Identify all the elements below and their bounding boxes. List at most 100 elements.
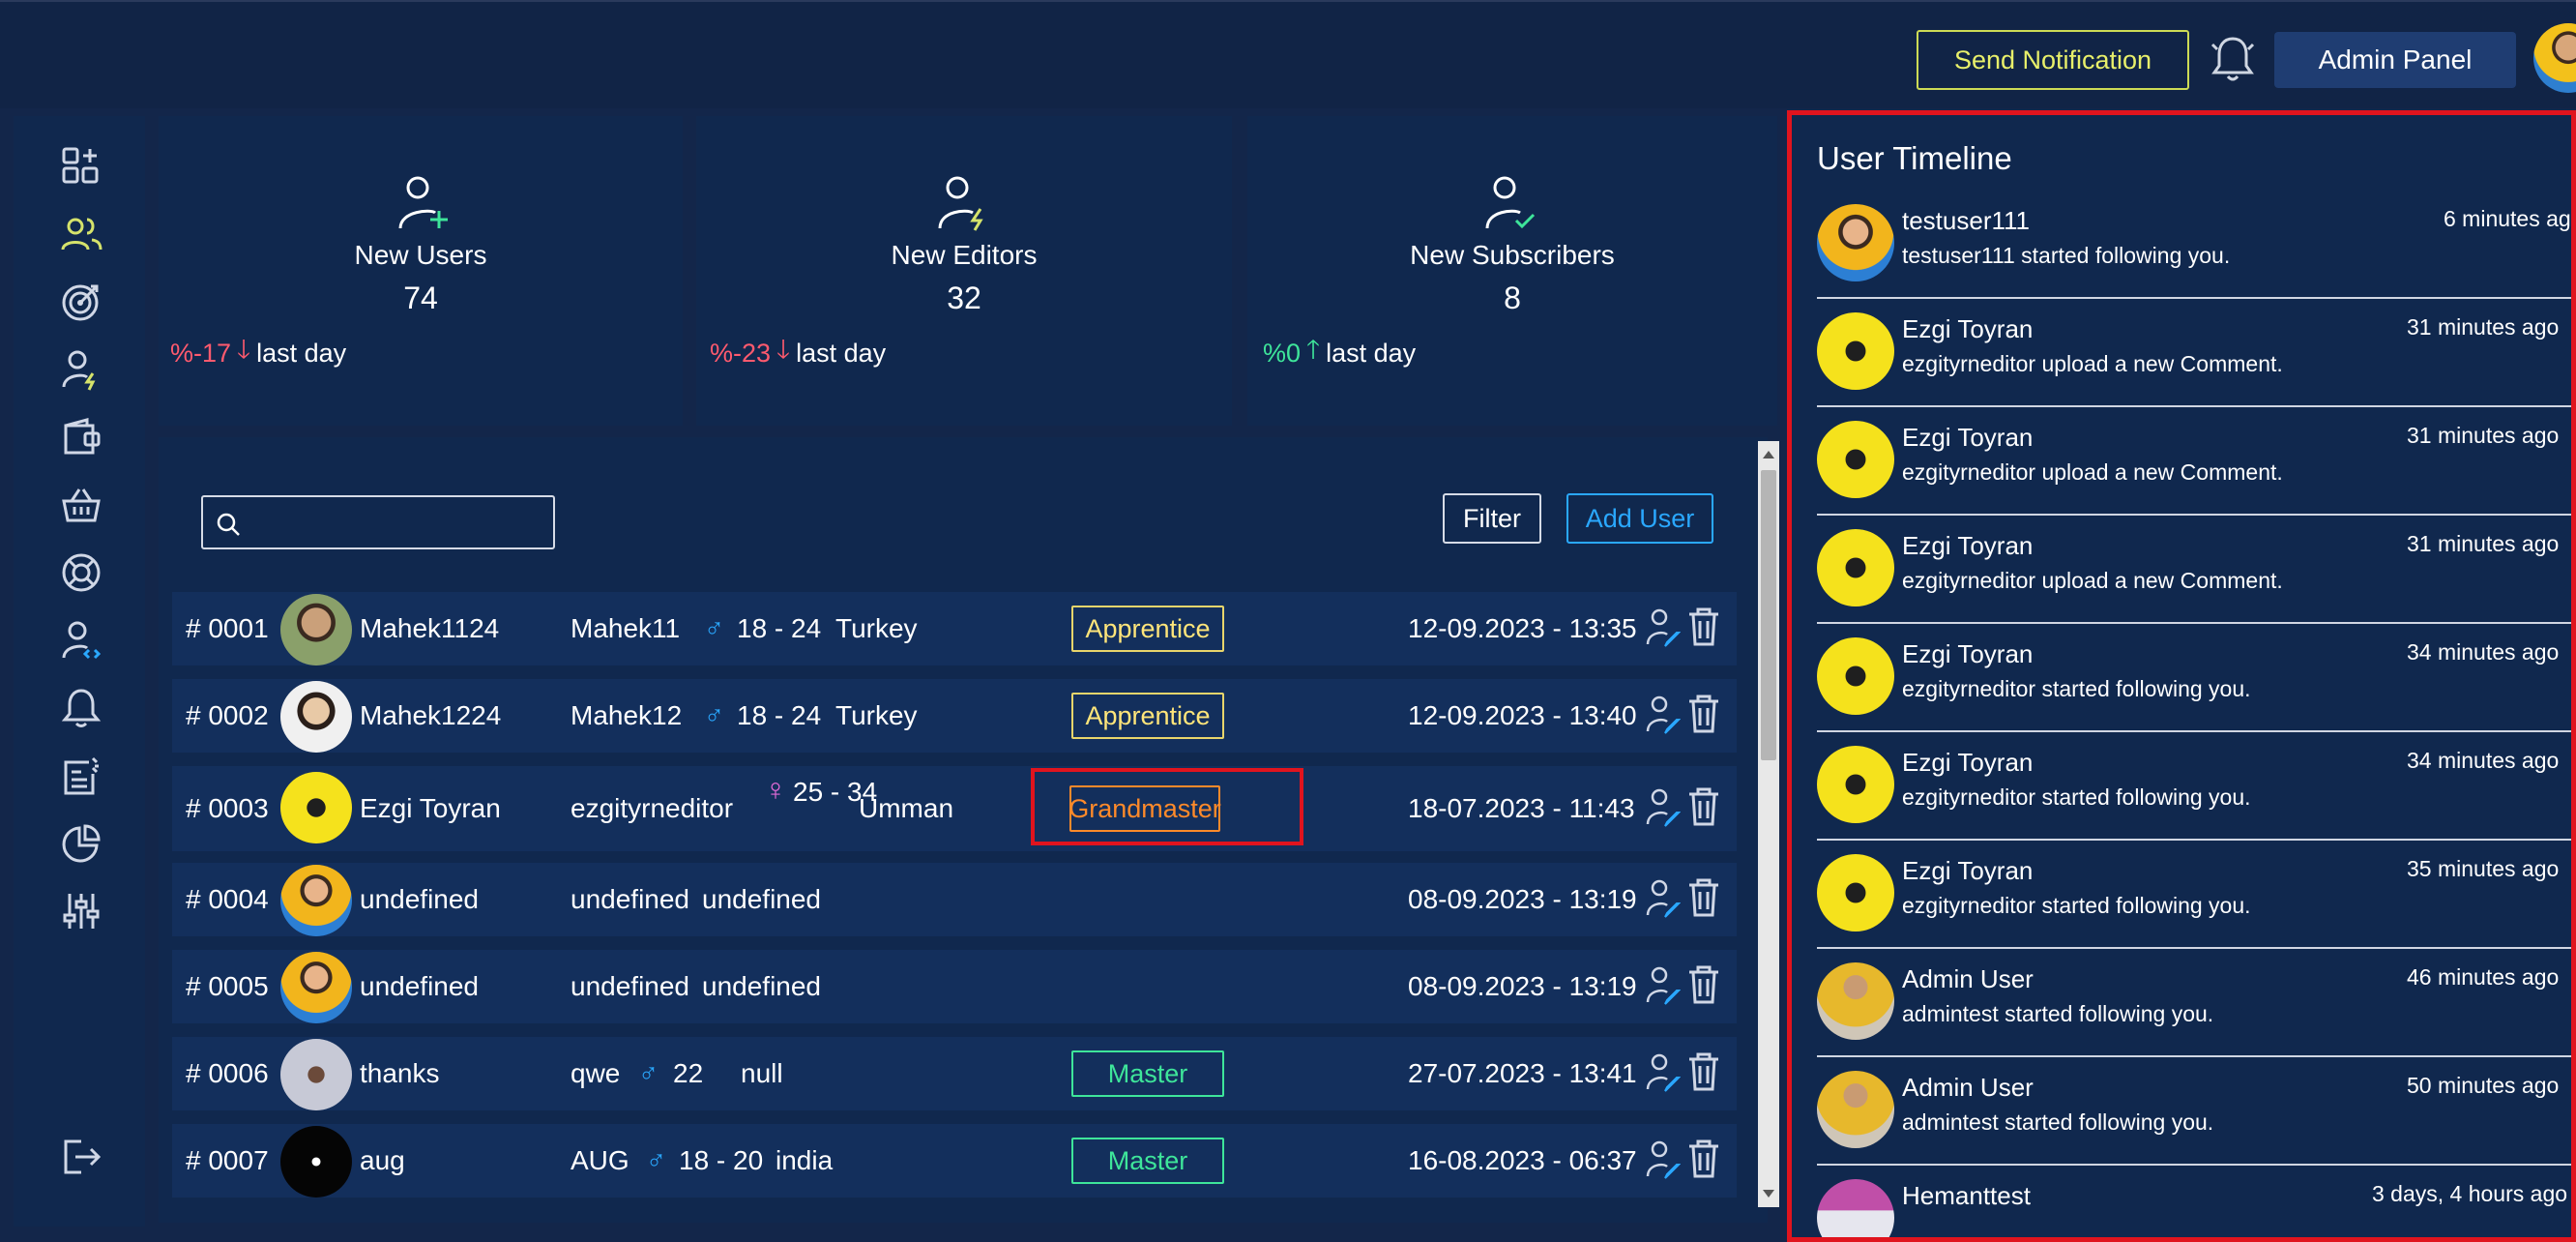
timeline-text: testuser111 started following you. bbox=[1902, 243, 2231, 268]
user-id: # 0003 bbox=[186, 793, 269, 823]
timeline-item[interactable]: Ezgi Toyran ezgityrneditor started follo… bbox=[1817, 624, 2571, 732]
basket-icon[interactable] bbox=[60, 484, 102, 526]
edit-user-icon[interactable] bbox=[1646, 787, 1682, 828]
avatar bbox=[280, 772, 352, 843]
table-scrollbar[interactable] bbox=[1758, 441, 1779, 1207]
timeline-text: ezgityrneditor upload a new Comment. bbox=[1902, 568, 2283, 593]
user-name: Ezgi Toyran bbox=[360, 793, 501, 823]
target-icon[interactable] bbox=[60, 281, 102, 323]
timeline-text: admintest started following you. bbox=[1902, 1109, 2214, 1135]
avatar bbox=[1817, 1071, 1894, 1148]
timeline-item[interactable]: Ezgi Toyran ezgityrneditor upload a new … bbox=[1817, 299, 2571, 407]
timeline-item[interactable]: Ezgi Toyran ezgityrneditor upload a new … bbox=[1817, 516, 2571, 624]
timeline-item[interactable]: Admin User admintest started following y… bbox=[1817, 949, 2571, 1057]
timeline-item[interactable]: testuser111 testuser111 started followin… bbox=[1817, 191, 2571, 299]
stat-value: 8 bbox=[1504, 281, 1521, 315]
delete-icon[interactable] bbox=[1686, 785, 1721, 828]
timeline-user-name: Ezgi Toyran bbox=[1902, 314, 2034, 343]
stat-title: New Editors bbox=[891, 240, 1038, 270]
logout-icon[interactable] bbox=[60, 1136, 102, 1178]
search-input[interactable] bbox=[201, 495, 555, 549]
table-row[interactable]: # 0005 undefined undefined undefined 08-… bbox=[172, 950, 1737, 1023]
pie-chart-icon[interactable] bbox=[60, 822, 102, 865]
username: undefined bbox=[571, 971, 690, 1001]
sliders-icon[interactable] bbox=[60, 890, 102, 932]
search-icon bbox=[217, 513, 240, 536]
timeline-text: admintest started following you. bbox=[1902, 1001, 2214, 1026]
timeline-item[interactable]: Hemanttest 3 days, 4 hours ago bbox=[1817, 1166, 2571, 1237]
timeline-item[interactable]: Ezgi Toyran ezgityrneditor upload a new … bbox=[1817, 407, 2571, 516]
table-row[interactable]: # 0007 aug AUG ♂ 18 - 20 india Master 16… bbox=[172, 1124, 1737, 1198]
report-icon[interactable] bbox=[60, 754, 102, 797]
profile-avatar[interactable] bbox=[2533, 23, 2576, 93]
stat-change-percent: %-17 bbox=[170, 338, 232, 368]
delete-icon[interactable] bbox=[1686, 876, 1721, 919]
edit-user-icon[interactable] bbox=[1646, 1139, 1682, 1180]
user-id: # 0007 bbox=[186, 1145, 269, 1175]
stat-change: %-17 🡓 last day bbox=[170, 331, 346, 375]
developer-user-icon[interactable] bbox=[60, 619, 102, 662]
table-row[interactable]: # 0002 Mahek1224 Mahek12 ♂ 18 - 24 Turke… bbox=[172, 679, 1737, 753]
date: 18-07.2023 - 11:43 bbox=[1408, 793, 1635, 823]
add-user-icon bbox=[396, 174, 451, 232]
stat-card-new-editors: New Editors 32 %-23 🡓 last day bbox=[696, 116, 1232, 426]
edit-user-icon[interactable] bbox=[1646, 695, 1682, 735]
avatar bbox=[1817, 312, 1894, 390]
arrow-down-icon: 🡓 bbox=[237, 335, 251, 364]
timeline-item[interactable]: Admin User admintest started following y… bbox=[1817, 1057, 2571, 1166]
date: 16-08.2023 - 06:37 bbox=[1408, 1145, 1637, 1175]
scroll-down-icon[interactable] bbox=[1763, 1190, 1774, 1198]
admin-panel-button[interactable]: Admin Panel bbox=[2274, 32, 2516, 88]
delete-icon[interactable] bbox=[1686, 606, 1721, 648]
timeline-user-name: Ezgi Toyran bbox=[1902, 748, 2034, 777]
scroll-thumb[interactable] bbox=[1761, 470, 1776, 760]
table-row[interactable]: # 0001 Mahek1124 Mahek11 ♂ 18 - 24 Turke… bbox=[172, 592, 1737, 665]
arrow-down-icon: 🡓 bbox=[776, 335, 791, 364]
edit-user-icon[interactable] bbox=[1646, 878, 1682, 919]
wallet-icon[interactable] bbox=[60, 416, 102, 458]
verified-user-icon bbox=[1483, 174, 1537, 232]
age-range: 18 - 24 bbox=[737, 700, 822, 730]
user-name: undefined bbox=[360, 971, 480, 1001]
edit-user-icon[interactable] bbox=[1646, 965, 1682, 1006]
bell-icon[interactable] bbox=[60, 687, 102, 729]
add-user-button[interactable]: Add User bbox=[1566, 493, 1713, 544]
delete-icon[interactable] bbox=[1686, 693, 1721, 735]
delete-icon[interactable] bbox=[1686, 963, 1721, 1006]
timeline-text: ezgityrneditor upload a new Comment. bbox=[1902, 351, 2283, 376]
table-row[interactable]: # 0006 thanks qwe ♂ 22 null Master 27-07… bbox=[172, 1037, 1737, 1110]
editor-user-icon[interactable] bbox=[60, 348, 102, 391]
filter-button[interactable]: Filter bbox=[1443, 493, 1541, 544]
send-notification-button[interactable]: Send Notification bbox=[1917, 30, 2189, 90]
male-icon: ♂ bbox=[704, 613, 724, 643]
editor-user-icon bbox=[936, 174, 990, 232]
dashboard-icon[interactable] bbox=[60, 145, 102, 188]
user-name: thanks bbox=[360, 1058, 440, 1088]
users-icon[interactable] bbox=[60, 213, 102, 255]
lifebuoy-icon[interactable] bbox=[60, 551, 102, 594]
timeline-text: ezgityrneditor started following you. bbox=[1902, 784, 2251, 810]
user-name: Mahek1224 bbox=[360, 700, 502, 730]
avatar bbox=[1817, 1179, 1894, 1237]
user-id: # 0002 bbox=[186, 700, 269, 730]
edit-user-icon[interactable] bbox=[1646, 1052, 1682, 1093]
user-id: # 0004 bbox=[186, 884, 269, 914]
timeline-item[interactable]: Ezgi Toyran ezgityrneditor started follo… bbox=[1817, 732, 2571, 841]
timeline-user-name: Ezgi Toyran bbox=[1902, 856, 2034, 885]
timeline-time: 3 days, 4 hours ago bbox=[2372, 1181, 2568, 1206]
delete-icon[interactable] bbox=[1686, 1050, 1721, 1093]
table-row[interactable]: # 0003 Ezgi Toyran ezgityrneditor ♀ 25 -… bbox=[172, 766, 1737, 851]
timeline-user-name: Admin User bbox=[1902, 964, 2034, 993]
table-row[interactable]: # 0004 undefined undefined undefined 08-… bbox=[172, 863, 1737, 936]
age-range: 22 bbox=[673, 1058, 704, 1088]
timeline-time: 31 minutes ago bbox=[2407, 531, 2560, 556]
avatar bbox=[1817, 529, 1894, 606]
delete-icon[interactable] bbox=[1686, 1138, 1721, 1180]
bell-icon[interactable] bbox=[2209, 33, 2257, 85]
timeline-item[interactable]: Ezgi Toyran ezgityrneditor started follo… bbox=[1817, 841, 2571, 949]
level-badge: Master bbox=[1071, 1050, 1224, 1097]
edit-user-icon[interactable] bbox=[1646, 607, 1682, 648]
scroll-up-icon[interactable] bbox=[1763, 451, 1774, 458]
country: undefined bbox=[702, 884, 822, 914]
timeline-user-name: testuser111 bbox=[1902, 206, 2031, 235]
